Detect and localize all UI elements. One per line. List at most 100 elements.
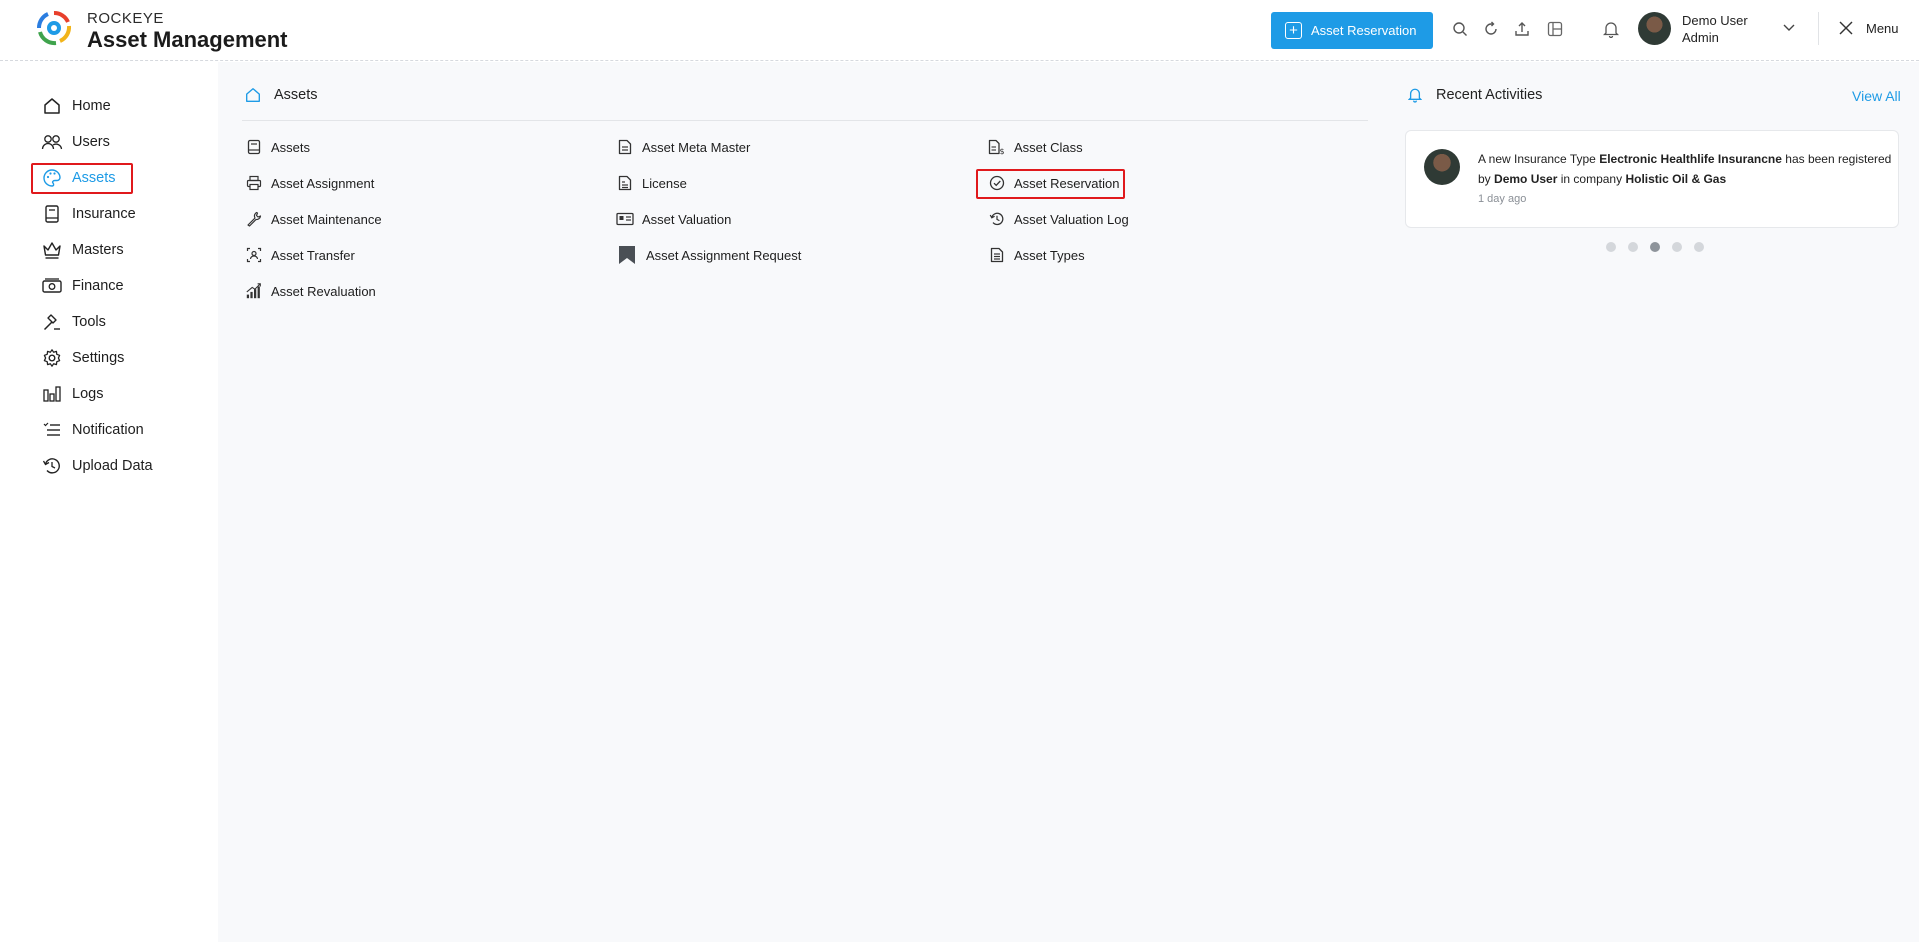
sidebar-item-label: Assets bbox=[72, 170, 116, 186]
sidebar-item-logs[interactable]: Logs bbox=[41, 382, 103, 406]
wrench-icon bbox=[245, 210, 263, 228]
link-asset-transfer[interactable]: Asset Transfer bbox=[245, 244, 355, 266]
menu-label[interactable]: Menu bbox=[1866, 21, 1899, 36]
money-icon bbox=[41, 275, 63, 297]
users-icon bbox=[41, 131, 63, 153]
link-label: Asset Assignment bbox=[271, 175, 375, 191]
link-asset-valuation-log[interactable]: Asset Valuation Log bbox=[988, 208, 1129, 230]
bell-icon[interactable] bbox=[1601, 19, 1621, 39]
rockeye-logo[interactable] bbox=[36, 10, 72, 46]
activity-pager bbox=[1606, 242, 1704, 252]
link-label: Asset Types bbox=[1014, 247, 1085, 263]
user-name: Demo User bbox=[1682, 13, 1748, 28]
palette-icon bbox=[41, 167, 63, 189]
bar-chart-icon bbox=[41, 383, 63, 405]
user-avatar[interactable] bbox=[1638, 12, 1671, 45]
bell-icon bbox=[1408, 86, 1422, 103]
history-icon bbox=[41, 455, 63, 477]
file-text-icon bbox=[616, 138, 634, 156]
link-label: License bbox=[642, 175, 687, 191]
sidebar-item-users[interactable]: Users bbox=[41, 130, 110, 154]
growth-chart-icon bbox=[245, 282, 263, 300]
link-assets[interactable]: Assets bbox=[245, 136, 310, 158]
pager-dot[interactable] bbox=[1606, 242, 1616, 252]
section-divider bbox=[242, 120, 1368, 121]
asset-reservation-button-label: Asset Reservation bbox=[1311, 23, 1417, 38]
link-asset-assignment-request[interactable]: Asset Assignment Request bbox=[616, 244, 801, 266]
id-card-icon bbox=[616, 210, 634, 228]
gear-icon bbox=[41, 347, 63, 369]
link-asset-types[interactable]: Asset Types bbox=[988, 244, 1085, 266]
link-label: Asset Valuation bbox=[642, 211, 732, 227]
pager-dot[interactable] bbox=[1628, 242, 1638, 252]
sidebar-item-finance[interactable]: Finance bbox=[41, 274, 124, 298]
sidebar-item-notification[interactable]: Notification bbox=[41, 418, 144, 442]
sidebar-item-home[interactable]: Home bbox=[41, 94, 111, 118]
sidebar-item-masters[interactable]: Masters bbox=[41, 238, 124, 262]
link-label: Asset Reservation bbox=[1014, 175, 1120, 191]
top-header: ROCKEYE Asset Management + Asset Reserva… bbox=[0, 0, 1919, 61]
link-asset-class[interactable]: $ Asset Class bbox=[988, 136, 1083, 158]
search-icon[interactable] bbox=[1450, 19, 1470, 39]
link-label: Asset Revaluation bbox=[271, 283, 376, 299]
home-icon bbox=[244, 86, 262, 104]
brand-name: ROCKEYE bbox=[87, 10, 164, 27]
user-role: Admin bbox=[1682, 30, 1719, 45]
link-asset-valuation[interactable]: Asset Valuation bbox=[616, 208, 731, 230]
sidebar-item-label: Upload Data bbox=[72, 458, 153, 474]
document-icon bbox=[245, 138, 263, 156]
sidebar-item-settings[interactable]: Settings bbox=[41, 346, 124, 370]
file-lines-icon bbox=[616, 174, 634, 192]
activity-avatar bbox=[1424, 149, 1460, 185]
section-title: Assets bbox=[274, 87, 318, 103]
sidebar-item-insurance[interactable]: Insurance bbox=[41, 202, 136, 226]
activity-time: 1 day ago bbox=[1478, 193, 1527, 205]
transfer-icon bbox=[245, 246, 263, 264]
crown-icon bbox=[41, 239, 63, 261]
link-license[interactable]: License bbox=[616, 172, 687, 194]
sidebar-item-assets[interactable]: Assets bbox=[41, 166, 116, 190]
bookmark-icon bbox=[616, 244, 638, 266]
activity-prefix: A new Insurance Type bbox=[1478, 152, 1596, 166]
upload-icon[interactable] bbox=[1512, 19, 1532, 39]
svg-text:$: $ bbox=[1000, 147, 1005, 155]
asset-reservation-button[interactable]: + Asset Reservation bbox=[1271, 12, 1433, 49]
layout-icon[interactable] bbox=[1545, 19, 1565, 39]
link-asset-maintenance[interactable]: Asset Maintenance bbox=[245, 208, 382, 230]
header-divider bbox=[1818, 12, 1819, 45]
pager-dot-active[interactable] bbox=[1650, 242, 1660, 252]
activity-company: Holistic Oil & Gas bbox=[1625, 172, 1727, 186]
link-label: Assets bbox=[271, 139, 311, 155]
sidebar-item-label: Settings bbox=[72, 350, 125, 366]
view-all-link[interactable]: View All bbox=[1852, 88, 1901, 104]
sidebar bbox=[0, 62, 218, 942]
sidebar-item-label: Home bbox=[72, 98, 111, 114]
history-icon bbox=[988, 210, 1006, 228]
chevron-down-icon[interactable] bbox=[1781, 19, 1797, 35]
recent-activities-header: Recent Activities bbox=[1408, 86, 1542, 103]
pager-dot[interactable] bbox=[1672, 242, 1682, 252]
activity-subject: Electronic Healthlife Insurancne bbox=[1599, 152, 1782, 166]
link-asset-meta-master[interactable]: Asset Meta Master bbox=[616, 136, 750, 158]
home-icon bbox=[41, 95, 63, 117]
section-header: Assets bbox=[244, 86, 318, 104]
check-circle-icon bbox=[988, 174, 1006, 192]
refresh-icon[interactable] bbox=[1481, 19, 1501, 39]
sidebar-item-label: Users bbox=[72, 134, 110, 150]
link-label: Asset Meta Master bbox=[642, 139, 751, 155]
link-label: Asset Maintenance bbox=[271, 211, 382, 227]
link-asset-assignment[interactable]: Asset Assignment bbox=[245, 172, 374, 194]
printer-icon bbox=[245, 174, 263, 192]
activity-actor: Demo User bbox=[1494, 172, 1558, 186]
sidebar-item-tools[interactable]: Tools bbox=[41, 310, 106, 334]
link-asset-reservation[interactable]: Asset Reservation bbox=[988, 172, 1120, 194]
close-icon[interactable] bbox=[1838, 20, 1854, 36]
link-label: Asset Valuation Log bbox=[1014, 211, 1129, 227]
sidebar-item-label: Notification bbox=[72, 422, 144, 438]
sidebar-item-upload-data[interactable]: Upload Data bbox=[41, 454, 153, 478]
pager-dot[interactable] bbox=[1694, 242, 1704, 252]
hammer-icon bbox=[41, 311, 63, 333]
link-asset-revaluation[interactable]: Asset Revaluation bbox=[245, 280, 376, 302]
app-title: Asset Management bbox=[87, 27, 288, 52]
sidebar-item-label: Masters bbox=[72, 242, 124, 258]
